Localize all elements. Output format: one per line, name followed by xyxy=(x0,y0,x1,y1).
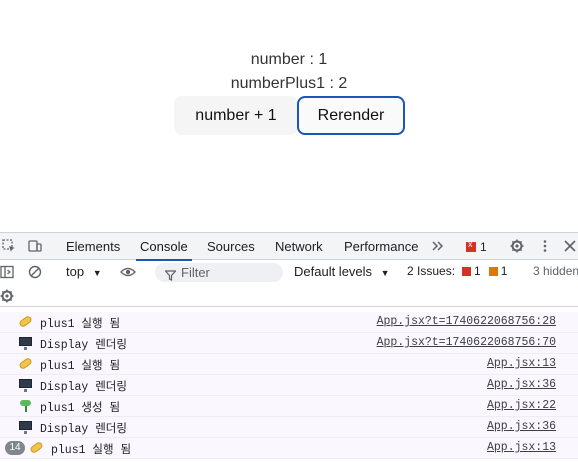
issues-counter[interactable]: 2 Issues: 1 1 xyxy=(407,264,507,278)
close-icon[interactable] xyxy=(563,239,577,253)
monitor-icon xyxy=(19,336,33,350)
repeat-count-badge: 14 xyxy=(5,441,25,455)
source-link[interactable]: App.jsx:13 xyxy=(487,357,556,370)
issues-error-count: 1 xyxy=(474,264,481,278)
console-message-text: plus1 실행 됨 xyxy=(40,360,121,373)
console-message-text: plus1 실행 됨 xyxy=(40,318,121,331)
number-display: number : 1 xyxy=(250,51,328,68)
error-issue-icon xyxy=(462,266,472,276)
devtools-tab-bar: Elements Console Sources Network Perform… xyxy=(0,233,578,261)
source-link[interactable]: App.jsx?t=1740622068756:28 xyxy=(377,315,556,328)
device-toolbar-icon[interactable] xyxy=(28,239,42,253)
monitor-icon xyxy=(19,420,33,434)
error-flag-icon xyxy=(466,239,476,252)
eye-icon[interactable] xyxy=(120,265,136,284)
more-options-icon[interactable] xyxy=(538,239,552,253)
console-message-row: plus1 생성 됨 App.jsx:22 xyxy=(0,396,578,417)
chevron-double-right-icon[interactable] xyxy=(431,239,445,253)
app-preview: number : 1 numberPlus1 : 2 number + 1 Re… xyxy=(0,0,578,232)
console-settings-row xyxy=(0,285,578,307)
console-message-text: plus1 실행 됨 xyxy=(51,444,132,457)
hidden-messages-count: 3 hidden xyxy=(533,264,578,278)
sidebar-toggle-icon[interactable] xyxy=(0,265,14,284)
source-link[interactable]: App.jsx:36 xyxy=(487,378,556,391)
caret-down-icon: ▼ xyxy=(380,268,390,278)
tab-console[interactable]: Console xyxy=(136,233,192,261)
devtools-panel: Elements Console Sources Network Perform… xyxy=(0,232,578,462)
funnel-icon xyxy=(164,267,177,286)
source-link[interactable]: App.jsx:36 xyxy=(487,420,556,433)
log-levels-dropdown[interactable]: Default levels ▼ xyxy=(294,264,390,279)
tab-network[interactable]: Network xyxy=(275,233,323,260)
issues-warning-count: 1 xyxy=(500,264,508,278)
console-message-row: plus1 실행 됨 App.jsx:13 xyxy=(0,354,578,375)
tab-sources[interactable]: Sources xyxy=(207,233,255,260)
sprout-icon xyxy=(19,399,33,413)
issues-label: 2 Issues: xyxy=(407,264,456,278)
console-filter-input[interactable]: Filter xyxy=(155,263,283,282)
console-message-text: Display 렌더링 xyxy=(40,423,127,436)
console-message-row: Display 렌더링 App.jsx:36 xyxy=(0,375,578,396)
console-message-text: Display 렌더링 xyxy=(40,339,127,352)
error-count-badge[interactable]: 1 xyxy=(466,239,487,254)
gear-icon[interactable] xyxy=(510,239,524,253)
console-message-text: plus1 생성 됨 xyxy=(40,402,121,415)
caret-down-icon: ▼ xyxy=(92,268,102,278)
number-plus1-display: numberPlus1 : 2 xyxy=(230,75,348,92)
log-levels-label: Default levels xyxy=(294,264,373,279)
clear-console-icon[interactable] xyxy=(28,265,42,284)
console-message-row: plus1 실행 됨 App.jsx?t=1740622068756:28 xyxy=(0,312,578,333)
pill-icon xyxy=(29,440,44,455)
context-selector[interactable]: top ▼ xyxy=(66,264,102,279)
console-message-row: Display 렌더링 App.jsx?t=1740622068756:70 xyxy=(0,333,578,354)
inspect-element-icon[interactable] xyxy=(2,239,16,253)
console-message-text: Display 렌더링 xyxy=(40,381,127,394)
source-link[interactable]: App.jsx:13 xyxy=(487,441,556,454)
console-settings-gear-icon[interactable] xyxy=(0,289,14,308)
pill-icon xyxy=(18,314,33,329)
source-link[interactable]: App.jsx:22 xyxy=(487,399,556,412)
tab-elements[interactable]: Elements xyxy=(66,233,120,260)
console-message-row: 14 plus1 실행 됨 App.jsx:13 xyxy=(0,438,578,459)
console-message-row: Display 렌더링 App.jsx:36 xyxy=(0,417,578,438)
tab-performance[interactable]: Performance xyxy=(344,233,418,260)
button-row: number + 1 Rerender xyxy=(174,96,405,135)
rerender-button[interactable]: Rerender xyxy=(297,96,405,135)
pill-icon xyxy=(18,356,33,371)
monitor-icon xyxy=(19,378,33,392)
error-count: 1 xyxy=(480,240,487,254)
warning-issue-icon xyxy=(488,266,498,276)
source-link[interactable]: App.jsx?t=1740622068756:70 xyxy=(377,336,556,349)
console-log-list: plus1 실행 됨 App.jsx?t=1740622068756:28 Di… xyxy=(0,312,578,459)
filter-placeholder: Filter xyxy=(181,265,210,280)
console-toolbar: top ▼ Filter Default levels ▼ 2 Issues: … xyxy=(0,261,578,284)
context-label: top xyxy=(66,264,85,279)
number-plus-one-button[interactable]: number + 1 xyxy=(174,96,298,135)
